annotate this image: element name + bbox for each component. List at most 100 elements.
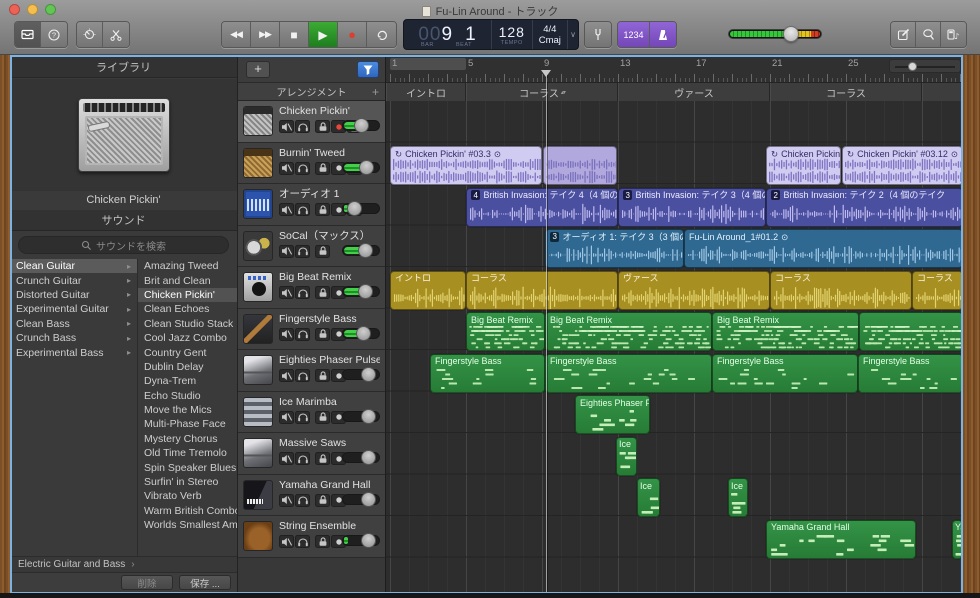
volume-knob[interactable] [361, 492, 376, 507]
track-header[interactable]: Eighties Phaser Pulse [238, 350, 385, 392]
volume-knob[interactable] [359, 160, 374, 175]
track-name[interactable]: String Ensemble [279, 520, 380, 533]
track-name[interactable]: Chicken Pickin' [279, 105, 380, 118]
lock-button[interactable] [315, 203, 330, 216]
take-count-badge[interactable]: 3 [623, 190, 632, 200]
quick-help-button[interactable]: ? [41, 22, 67, 47]
track-region[interactable]: コーラス [770, 271, 912, 310]
arrangement-section-marker[interactable]: コーラス▴▾ [466, 83, 618, 101]
patch-item[interactable]: Warm British Combo [138, 504, 237, 518]
solo-button[interactable] [295, 286, 310, 299]
track-volume-slider[interactable] [342, 369, 380, 380]
track-volume-slider[interactable] [342, 120, 380, 131]
mute-button[interactable] [279, 411, 294, 424]
track-region[interactable]: Ice [728, 478, 748, 517]
track-header[interactable]: String Ensemble [238, 516, 385, 558]
take-count-badge[interactable]: 4 [471, 190, 480, 200]
track-region[interactable]: Fingerstyle Bass [712, 354, 858, 393]
notepad-button[interactable] [891, 22, 916, 47]
media-browser-button[interactable]: ♪ [941, 22, 966, 47]
track-region[interactable]: コーラス [912, 271, 963, 310]
editor-button[interactable] [103, 22, 129, 47]
patch-item[interactable]: Mystery Chorus [138, 432, 237, 446]
lock-button[interactable] [315, 535, 330, 548]
lcd-chevron[interactable]: ∨ [568, 20, 578, 49]
mute-button[interactable] [279, 494, 294, 507]
track-name[interactable]: Massive Saws [279, 437, 380, 450]
track-region[interactable] [543, 146, 617, 185]
solo-button[interactable] [295, 120, 310, 133]
patch-item[interactable]: Echo Studio [138, 389, 237, 403]
track-name[interactable]: Ice Marimba [279, 396, 380, 409]
solo-button[interactable] [295, 369, 310, 382]
category-item[interactable]: Clean Bass▸ [10, 317, 137, 331]
patch-item[interactable]: Old Time Tremolo [138, 446, 237, 460]
track-region[interactable]: ↻Chicken Pickin' #03.3⊙ [390, 146, 542, 185]
track-name[interactable]: Yamaha Grand Hall [279, 479, 380, 492]
zoom-slider-knob[interactable] [908, 62, 917, 71]
tracks-area[interactable]: ↻Chicken Pickin' #03.3⊙ ↻Chicken Pickin' … [386, 101, 963, 592]
take-count-badge[interactable]: 2 [771, 190, 780, 200]
track-name[interactable]: オーディオ 1 [279, 188, 380, 201]
track-volume-slider[interactable] [342, 286, 380, 297]
solo-button[interactable] [295, 245, 310, 258]
lock-button[interactable] [315, 120, 330, 133]
track-region[interactable]: Big Beat Remix [545, 312, 712, 351]
section-reorder-icon[interactable]: ▴▾ [561, 89, 565, 96]
category-item[interactable]: Clean Guitar▸ [10, 259, 137, 273]
track-header[interactable]: Massive Saws [238, 433, 385, 475]
track-volume-slider[interactable] [342, 203, 380, 214]
mute-button[interactable] [279, 286, 294, 299]
patch-item[interactable]: Multi-Phase Face [138, 417, 237, 431]
mute-button[interactable] [279, 245, 294, 258]
master-volume-knob[interactable] [783, 26, 799, 42]
zoom-slider[interactable] [889, 59, 961, 73]
play-button[interactable]: ▶ [309, 22, 338, 47]
library-toggle-button[interactable] [15, 22, 41, 47]
track-region[interactable]: Ice [616, 437, 637, 476]
track-header[interactable]: オーディオ 1 [238, 184, 385, 226]
volume-knob[interactable] [361, 409, 376, 424]
lock-button[interactable] [315, 369, 330, 382]
volume-knob[interactable] [361, 450, 376, 465]
record-button[interactable]: ● [338, 22, 367, 47]
track-header[interactable]: Fingerstyle Bass [238, 309, 385, 351]
track-region[interactable]: ↻Chicken Pickin' #03.12⊙ [842, 146, 963, 185]
track-region[interactable]: 3オーディオ 1: テイク 3（3 個のテイク）⊙ [545, 229, 684, 268]
track-region[interactable]: ヴァース [618, 271, 770, 310]
forward-button[interactable]: ▶▶ [251, 22, 280, 47]
take-count-badge[interactable]: 3 [550, 232, 559, 242]
patch-item[interactable]: Worlds Smallest Amp [138, 518, 237, 532]
track-name[interactable]: Big Beat Remix [279, 271, 380, 284]
track-volume-slider[interactable] [342, 452, 380, 463]
sound-search-field[interactable]: サウンドを検索 [18, 236, 229, 254]
category-item[interactable]: Experimental Guitar▸ [10, 302, 137, 316]
arrangement-section-marker[interactable]: ヴァース [618, 83, 770, 101]
arrangement-track-row[interactable]: アレンジメント + [238, 83, 385, 101]
patch-item[interactable]: Country Gent [138, 345, 237, 359]
lock-button[interactable] [315, 494, 330, 507]
track-header[interactable]: Burnin' Tweed [238, 143, 385, 185]
solo-button[interactable] [295, 452, 310, 465]
track-region[interactable]: Yamaha [952, 520, 963, 559]
volume-knob[interactable] [354, 118, 369, 133]
mute-button[interactable] [279, 203, 294, 216]
track-name[interactable]: Fingerstyle Bass [279, 313, 380, 326]
solo-button[interactable] [295, 411, 310, 424]
track-region[interactable]: Ice [637, 478, 660, 517]
lock-button[interactable] [315, 452, 330, 465]
patch-item[interactable]: Cool Jazz Combo [138, 331, 237, 345]
metronome-button[interactable] [650, 22, 676, 47]
lcd-display[interactable]: 00 9 1 BAR BEAT 128 TEMPO 4/4 Cmaj ∨ [403, 19, 579, 50]
arrangement-section-marker[interactable]: イントロ [386, 83, 466, 101]
rewind-button[interactable]: ◀◀ [222, 22, 251, 47]
add-track-button[interactable]: + [246, 61, 270, 78]
mute-button[interactable] [279, 535, 294, 548]
solo-button[interactable] [295, 203, 310, 216]
track-volume-slider[interactable] [342, 245, 380, 256]
lock-button[interactable] [315, 162, 330, 175]
stop-button[interactable]: ■ [280, 22, 309, 47]
track-region[interactable]: 4British Invasion: テイク 4（4 個のテイク [466, 188, 618, 227]
tuner-button[interactable] [585, 22, 611, 47]
track-region[interactable]: Yamaha Grand Hall [766, 520, 916, 559]
